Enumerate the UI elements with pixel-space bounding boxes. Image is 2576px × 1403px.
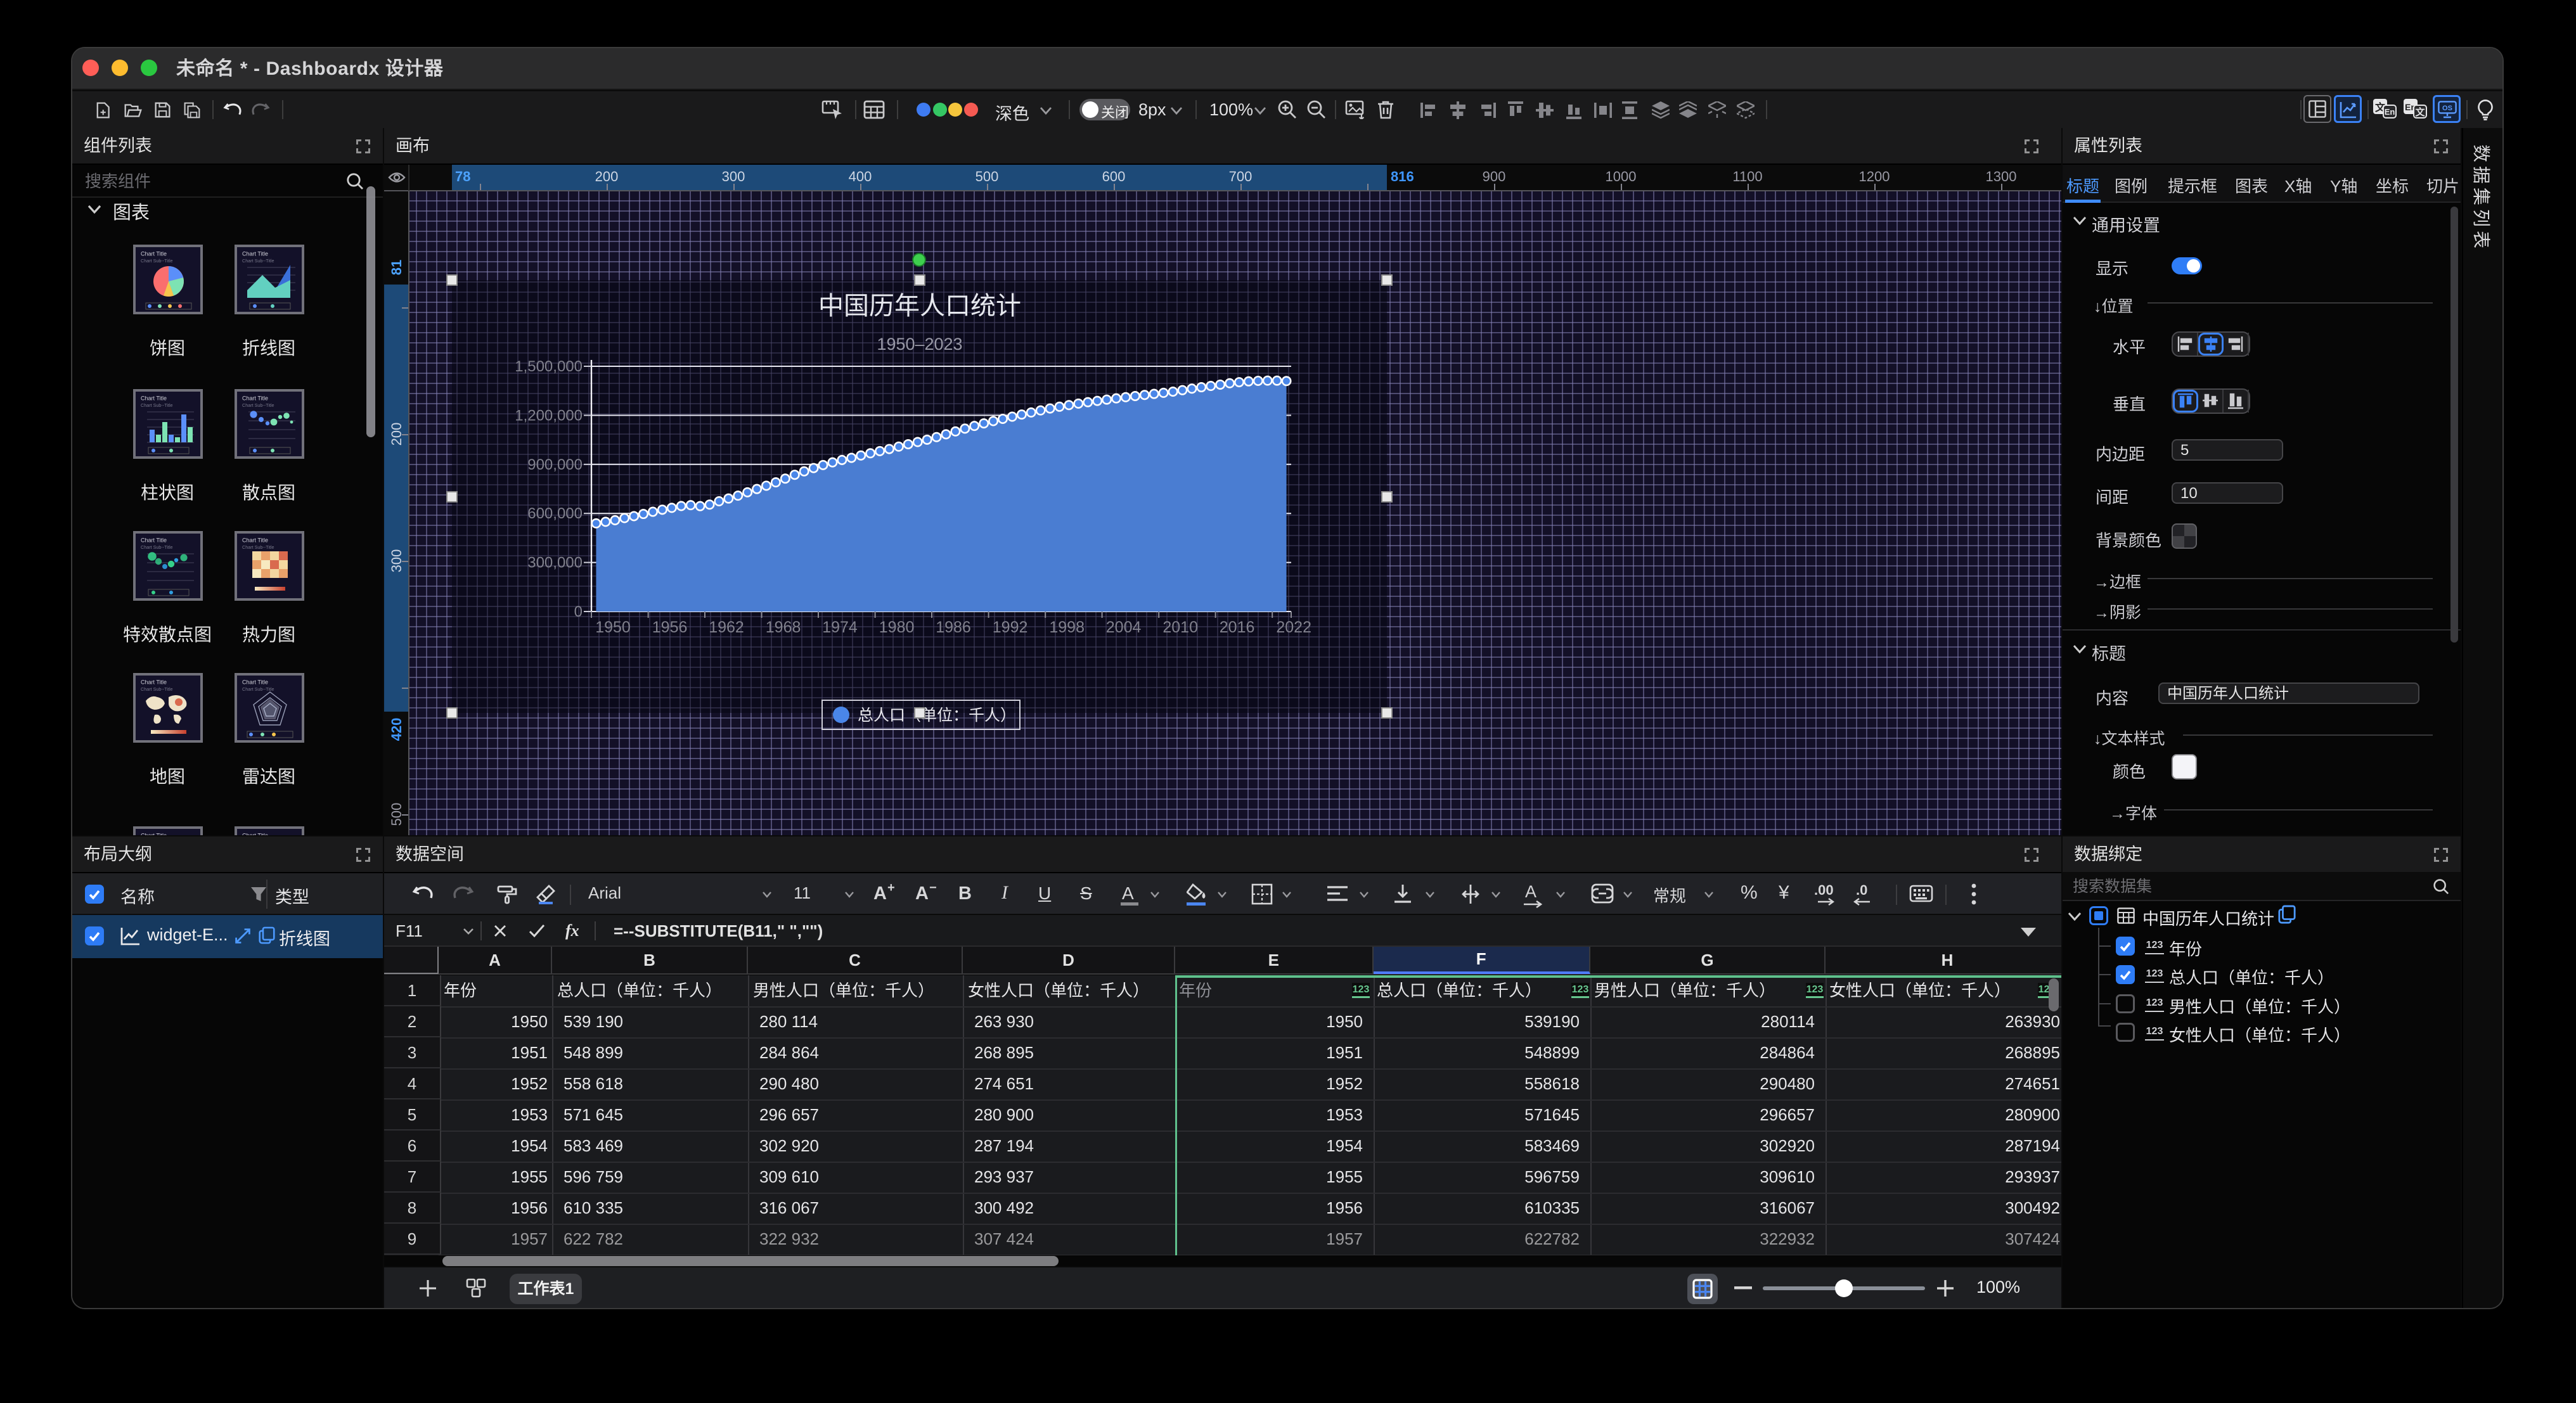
svg-text:2016: 2016	[1220, 618, 1255, 636]
svg-text:1,500,000: 1,500,000	[515, 358, 583, 375]
svg-text:1992: 1992	[993, 618, 1028, 636]
svg-text:1962: 1962	[709, 618, 744, 636]
svg-text:0: 0	[574, 603, 583, 620]
svg-text:2010: 2010	[1162, 618, 1198, 636]
svg-text:1998: 1998	[1049, 618, 1085, 636]
svg-text:总人口（单位：千人）: 总人口（单位：千人）	[858, 707, 1016, 724]
svg-text:1950: 1950	[595, 618, 631, 636]
svg-text:1980: 1980	[879, 618, 915, 636]
svg-text:中国历年人口统计: 中国历年人口统计	[818, 292, 1021, 320]
svg-text:900,000: 900,000	[527, 456, 583, 473]
svg-text:600,000: 600,000	[527, 505, 583, 522]
svg-text:1968: 1968	[766, 618, 801, 636]
svg-text:1,200,000: 1,200,000	[515, 407, 583, 424]
svg-text:OS: OS	[2442, 105, 2452, 112]
svg-text:2022: 2022	[1276, 618, 1311, 636]
svg-text:1950–2023: 1950–2023	[877, 335, 962, 354]
svg-text:1986: 1986	[936, 618, 971, 636]
svg-text:文: 文	[2415, 106, 2425, 118]
svg-text:1956: 1956	[652, 618, 688, 636]
svg-text:En: En	[2385, 107, 2395, 117]
svg-text:1974: 1974	[822, 618, 858, 636]
svg-text:300,000: 300,000	[527, 554, 583, 572]
svg-text:2004: 2004	[1106, 618, 1142, 636]
